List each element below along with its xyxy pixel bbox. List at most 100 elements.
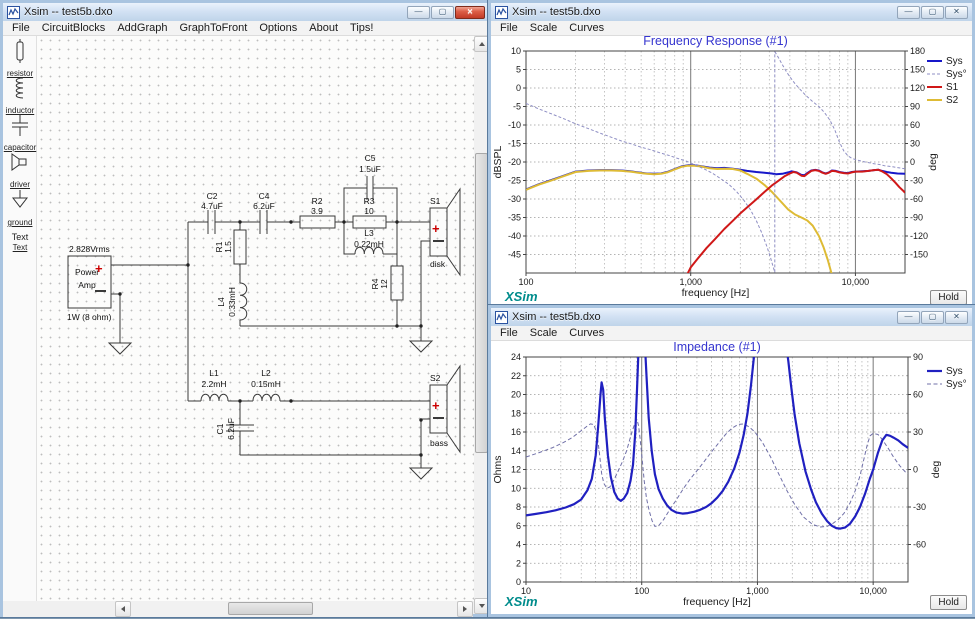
svg-text:30: 30 [913,427,923,437]
label-c4-ref: C4 [259,191,270,201]
y-axis-label-left: Ohms [492,455,504,483]
freq-window-title: Xsim -- test5b.dxo [512,6,601,18]
legend-label: S2 [946,95,959,106]
y-axis-label-right: deg [930,461,942,479]
vertical-scrollbar-thumb[interactable] [475,153,488,453]
minimize-icon[interactable]: — [897,6,920,19]
minimize-icon[interactable]: — [897,311,920,324]
maximize-icon[interactable]: ▢ [921,6,944,19]
tool-text[interactable]: Text Text [3,232,37,252]
freq-titlebar[interactable]: Xsim -- test5b.dxo — ▢ ✕ [491,3,972,21]
capacitor-icon [9,113,31,137]
label-source-rating: 1W (8 ohm) [67,312,112,322]
main-titlebar[interactable]: Xsim -- test5b.dxo — ▢ ✕ [3,3,489,21]
menu-scale[interactable]: Scale [524,327,564,339]
svg-text:150: 150 [910,65,925,75]
svg-text:-90: -90 [910,213,923,223]
close-icon[interactable]: ✕ [945,6,968,19]
impedance-chart: 2422201816141210864209060300-30-60101001… [491,341,972,614]
label-r2-ref: R2 [312,196,323,206]
close-icon[interactable]: ✕ [945,311,968,324]
impedance-window: Xsim -- test5b.dxo — ▢ ✕ File Scale Curv… [488,305,975,617]
label-r3-ref: R3 [364,196,375,206]
label-l2-value: 0.15mH [251,379,281,389]
close-icon[interactable]: ✕ [455,6,485,19]
horizontal-scrollbar-thumb[interactable] [228,602,313,615]
minimize-icon[interactable]: — [407,6,430,19]
svg-text:100: 100 [518,277,533,287]
menu-curves[interactable]: Curves [563,327,610,339]
svg-text:90: 90 [913,352,923,362]
svg-text:-30: -30 [910,176,923,186]
menu-tips[interactable]: Tips! [344,22,379,34]
driver-s2-cone [447,366,460,452]
menu-file[interactable]: File [494,22,524,34]
xsim-logo: XSim [505,289,538,304]
tool-label-text: Text [3,243,37,252]
label-r2-value: 3.9 [311,206,323,216]
svg-text:-30: -30 [913,502,926,512]
svg-text:-35: -35 [508,213,521,223]
svg-text:20: 20 [511,390,521,400]
svg-text:2: 2 [516,558,521,568]
hold-button[interactable]: Hold [930,290,967,305]
menu-circuitblocks[interactable]: CircuitBlocks [36,22,112,34]
imp-window-title: Xsim -- test5b.dxo [512,311,601,323]
svg-text:-45: -45 [508,250,521,260]
label-c2-value: 4.7uF [201,201,223,211]
menu-scale[interactable]: Scale [524,22,564,34]
svg-text:60: 60 [913,390,923,400]
menu-file[interactable]: File [494,327,524,339]
ground-symbol-s1 [410,341,432,352]
scroll-right-icon[interactable] [457,601,473,617]
text-icon: Text [3,232,37,242]
menu-graphtofront[interactable]: GraphToFront [173,22,253,34]
svg-text:18: 18 [511,408,521,418]
junction-dots [118,220,422,456]
svg-text:-150: -150 [910,250,928,260]
svg-text:14: 14 [511,446,521,456]
horizontal-scrollbar[interactable] [115,601,473,617]
ground-symbol-s2 [410,468,432,479]
schematic-canvas[interactable]: 2.828Vrms Power Amp + 1W (8 ohm) C2 4.7u… [37,36,474,601]
label-source-voltage: 2.828Vrms [69,244,110,254]
svg-text:-60: -60 [913,540,926,550]
menu-curves[interactable]: Curves [563,22,610,34]
resistor-r2-symbol [300,216,335,228]
scroll-left-icon[interactable] [115,601,131,617]
frequency-response-chart: 1050-5-10-15-20-25-30-35-40-451801501209… [491,36,972,309]
svg-text:-10: -10 [508,120,521,130]
driver-s1-cone [447,189,460,275]
menu-options[interactable]: Options [253,22,303,34]
label-r3-value: 10 [364,206,374,216]
chart-title: Impedance (#1) [673,341,761,354]
capacitor-c2-symbol [208,210,215,234]
freq-menubar: File Scale Curves [491,21,972,36]
menu-about[interactable]: About [303,22,344,34]
inductor-l2-symbol [253,394,280,401]
x-axis-label: frequency [Hz] [682,287,750,299]
svg-text:12: 12 [511,465,521,475]
menu-file[interactable]: File [6,22,36,34]
tool-ground[interactable]: ground [3,188,37,227]
main-window: Xsim -- test5b.dxo — ▢ ✕ File CircuitBlo… [0,0,492,617]
component-toolbar: resistor inductor capacitor driver [3,36,37,601]
main-menubar: File CircuitBlocks AddGraph GraphToFront… [3,21,489,36]
svg-text:60: 60 [910,120,920,130]
crossover-schematic: 2.828Vrms Power Amp + 1W (8 ohm) C2 4.7u… [40,36,473,601]
imp-chart-svg: 2422201816141210864209060300-30-60101001… [491,341,972,614]
label-c1-ref: C1 [215,423,225,434]
maximize-icon[interactable]: ▢ [921,311,944,324]
tool-driver[interactable]: driver [3,150,37,189]
imp-titlebar[interactable]: Xsim -- test5b.dxo — ▢ ✕ [491,308,972,326]
tool-resistor[interactable]: resistor [3,39,37,78]
svg-text:-60: -60 [910,194,923,204]
menu-addgraph[interactable]: AddGraph [111,22,173,34]
xsim-app-icon [495,6,508,19]
tool-inductor[interactable]: inductor [3,76,37,115]
resistor-r3-symbol [353,216,386,228]
hold-button[interactable]: Hold [930,595,967,610]
maximize-icon[interactable]: ▢ [431,6,454,19]
tool-capacitor[interactable]: capacitor [3,113,37,152]
imp-menubar: File Scale Curves [491,326,972,341]
